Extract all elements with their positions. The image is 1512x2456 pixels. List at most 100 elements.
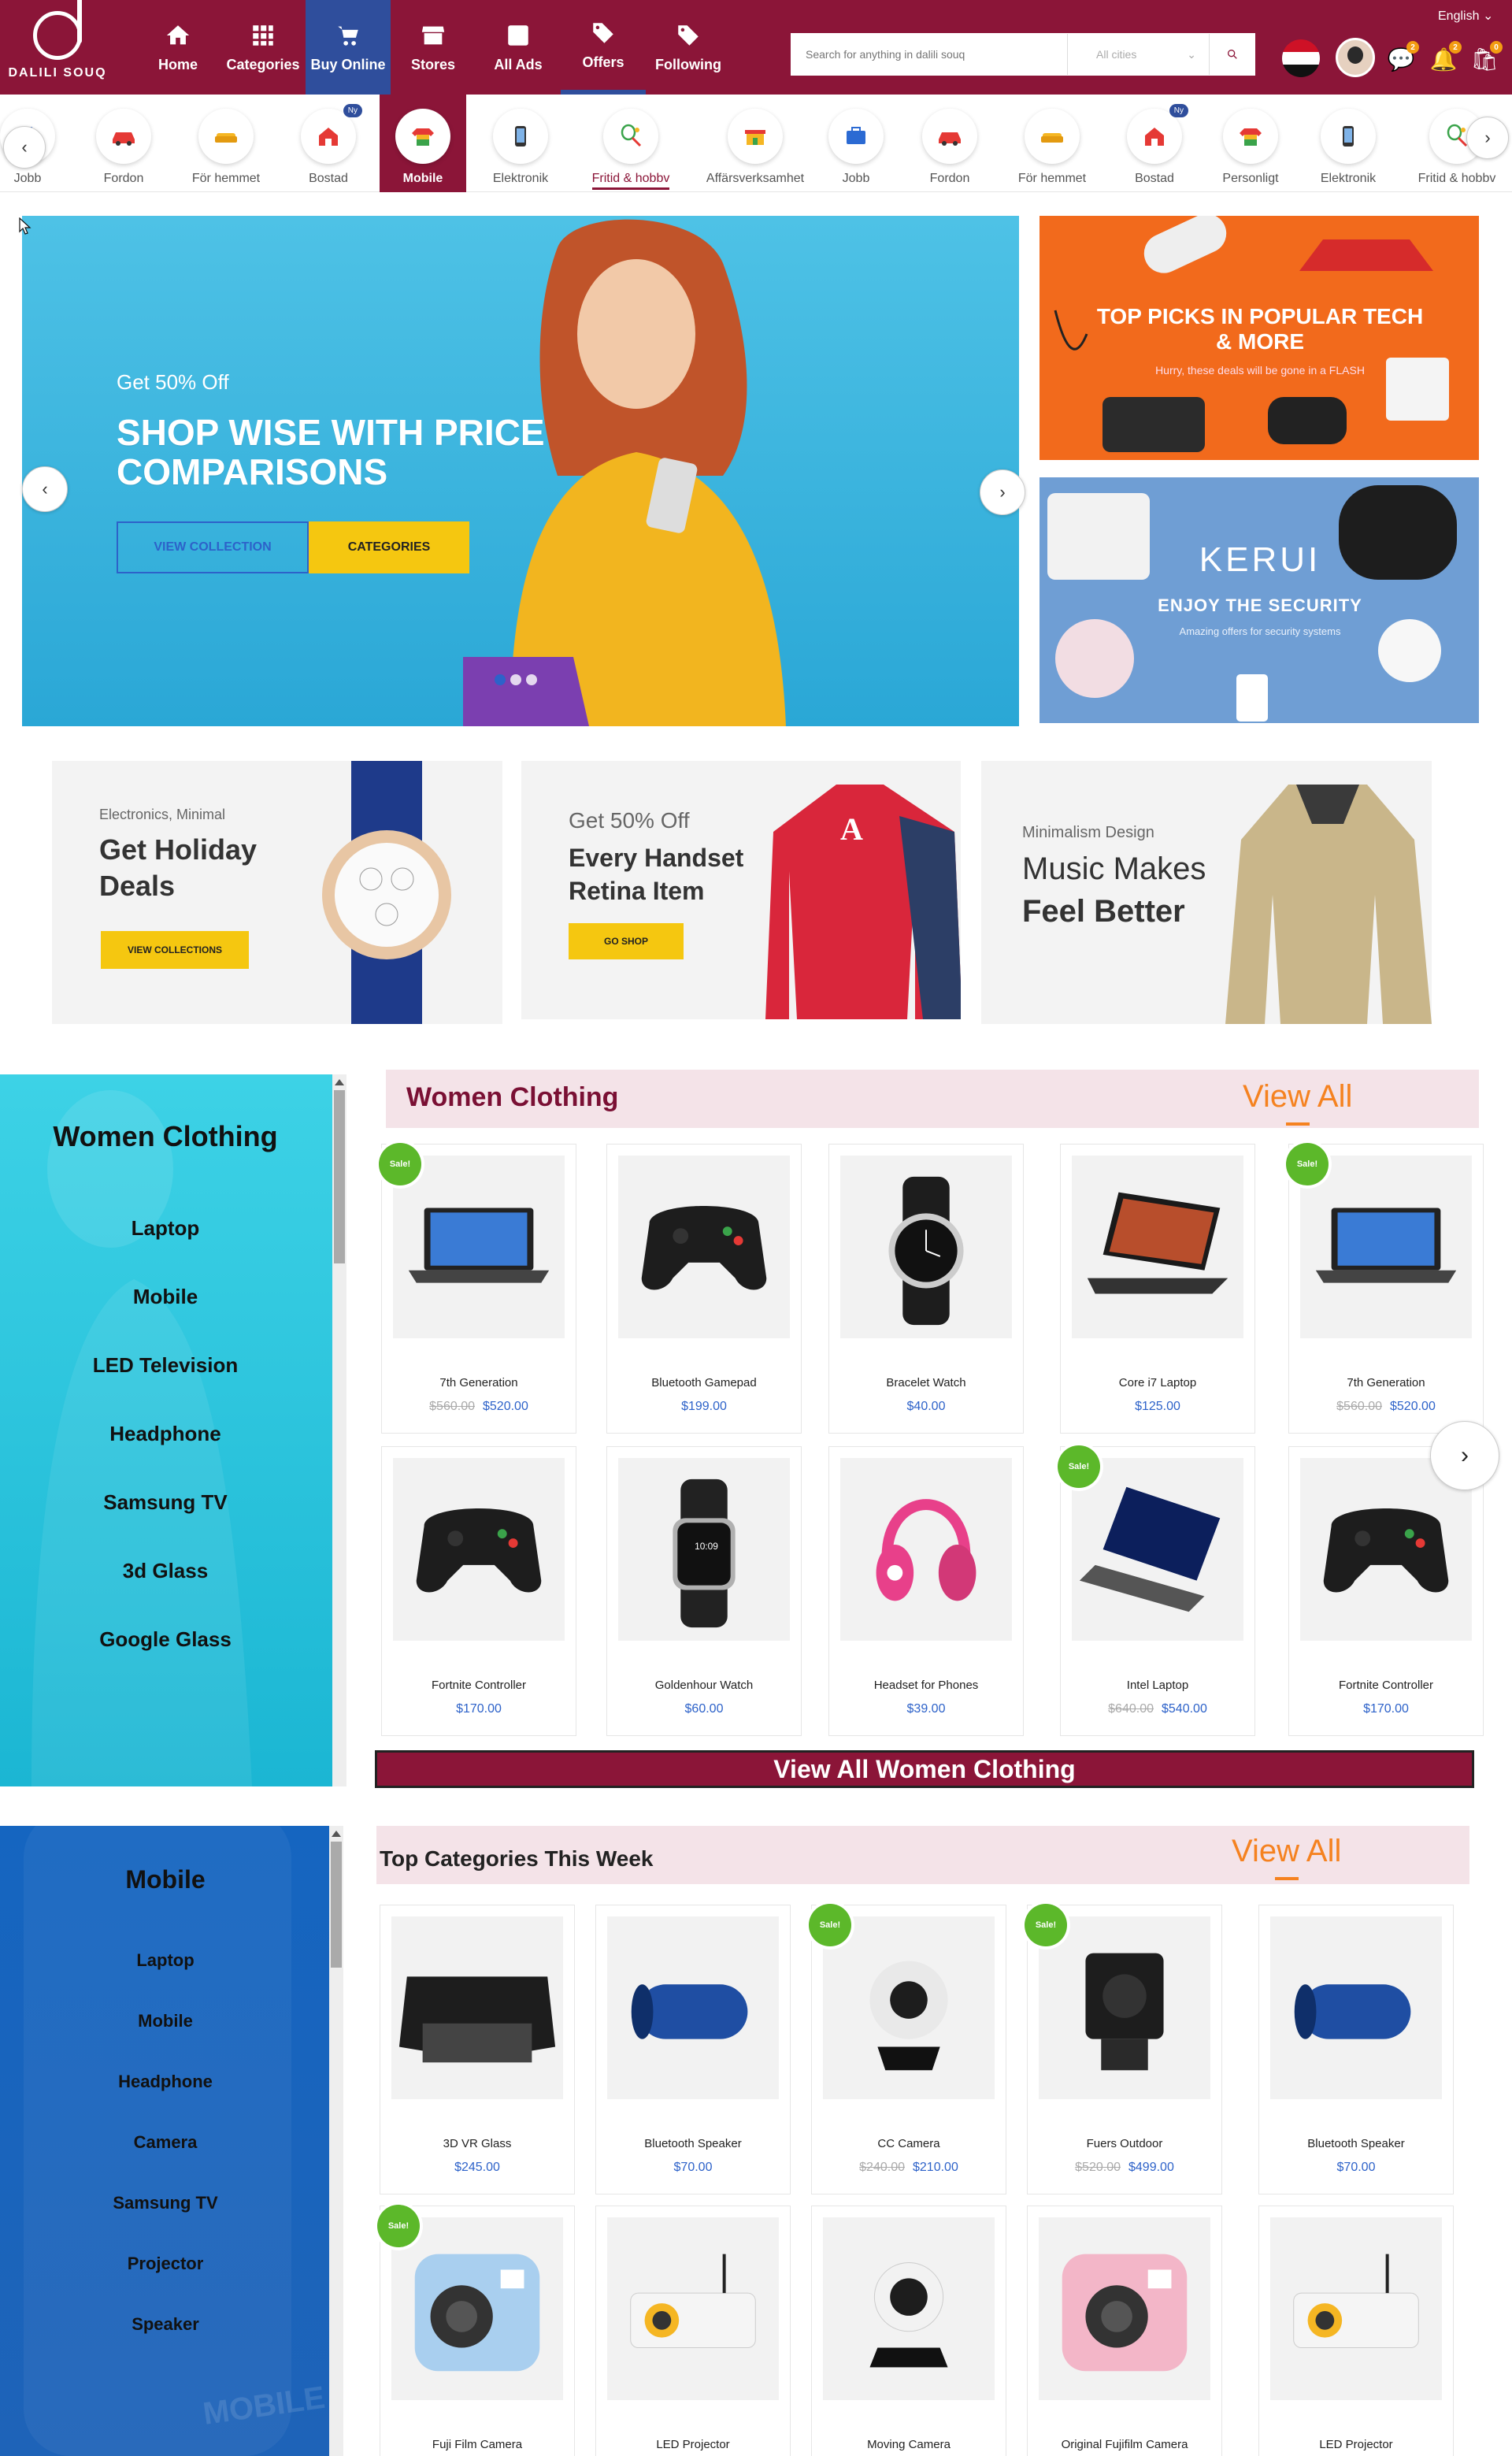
promo-music-makes[interactable]: Minimalism Design Music Makes Feel Bette…	[981, 761, 1432, 1024]
sidebar-link[interactable]: Laptop	[0, 1216, 331, 1241]
product-name[interactable]: Bluetooth Speaker	[596, 2137, 790, 2150]
scroll-thumb[interactable]	[334, 1090, 345, 1263]
product-name[interactable]: Original Fujifilm Camera	[1028, 2438, 1221, 2451]
category-item[interactable]: För hemmet	[175, 95, 277, 192]
product-card[interactable]: Core i7 Laptop $125.00	[1060, 1144, 1255, 1434]
product-image[interactable]	[391, 1916, 563, 2099]
product-image[interactable]	[1270, 1916, 1442, 2099]
category-item[interactable]: Jobb	[805, 95, 907, 192]
sidebar-link[interactable]: Mobile	[0, 2011, 331, 2031]
product-name[interactable]: Fuji Film Camera	[380, 2438, 574, 2451]
messages-icon[interactable]: 💬 2	[1386, 41, 1419, 74]
product-name[interactable]: CC Camera	[812, 2137, 1006, 2150]
product-card[interactable]: 10:09 Goldenhour Watch $60.00	[606, 1446, 802, 1736]
sidebar-link[interactable]: 3d Glass	[0, 1559, 331, 1583]
product-image[interactable]	[1270, 2217, 1442, 2400]
product-name[interactable]: 7th Generation	[1289, 1376, 1483, 1389]
product-name[interactable]: Fuers Outdoor	[1028, 2137, 1221, 2150]
product-image[interactable]	[607, 1916, 779, 2099]
category-item[interactable]: Elektronik	[1297, 95, 1399, 192]
top-categories-view-all-link[interactable]: View All	[1232, 1834, 1341, 1880]
view-collection-button[interactable]: VIEW COLLECTION	[117, 521, 309, 573]
product-image[interactable]	[823, 1916, 995, 2099]
product-card[interactable]: Intel Laptop $640.00 $540.00 Sale!	[1058, 1445, 1255, 1736]
product-name[interactable]: Fortnite Controller	[1289, 1679, 1483, 1692]
shopping-bag-icon[interactable]: 🛍 0	[1469, 41, 1503, 74]
sidebar-link[interactable]: LED Television	[0, 1353, 331, 1378]
product-image[interactable]	[1072, 1156, 1243, 1338]
product-card[interactable]: Bluetooth Speaker $70.00	[595, 1905, 791, 2194]
security-promo-banner[interactable]: KERUI ENJOY THE SECURITY Amazing offers …	[1040, 477, 1479, 723]
search-button[interactable]	[1209, 34, 1254, 75]
category-item[interactable]: Ny Bostad	[277, 95, 380, 192]
nav-categories[interactable]: Categories	[220, 0, 306, 95]
sidebar-link[interactable]: Laptop	[0, 1950, 331, 1971]
product-card[interactable]: 7th Generation $560.00 $520.00 Sale!	[379, 1143, 576, 1434]
product-name[interactable]: Headset for Phones	[829, 1679, 1023, 1692]
nav-following[interactable]: Following	[646, 0, 731, 95]
sidebar-link[interactable]: Samsung TV	[0, 2193, 331, 2213]
city-select[interactable]: All cities ⌄	[1067, 34, 1209, 75]
nav-offers[interactable]: Offers	[561, 0, 646, 95]
language-selector[interactable]: English ⌄	[1438, 8, 1493, 24]
slider-dot[interactable]	[510, 674, 521, 685]
product-image[interactable]	[1300, 1156, 1472, 1338]
sidebar-link[interactable]: Speaker	[0, 2314, 331, 2335]
sidebar-link[interactable]: Mobile	[0, 1285, 331, 1309]
promo-holiday-deals[interactable]: Electronics, Minimal Get Holiday Deals V…	[52, 761, 502, 1024]
category-item[interactable]: Affärsverksamhet	[704, 95, 806, 192]
sidebar-link[interactable]: Google Glass	[0, 1627, 331, 1652]
category-item[interactable]: Mobile	[380, 95, 466, 192]
product-name[interactable]: Goldenhour Watch	[607, 1679, 801, 1692]
hero-prev-button[interactable]: ‹	[22, 466, 68, 512]
site-logo[interactable]: DALILI SOUQ	[0, 0, 115, 95]
slider-dot-active[interactable]	[495, 674, 506, 685]
category-item[interactable]: Fritid & hobbv	[580, 95, 682, 192]
product-card[interactable]: LED Projector	[1258, 2206, 1454, 2456]
product-name[interactable]: Bluetooth Gamepad	[607, 1376, 801, 1389]
nav-home[interactable]: Home	[135, 0, 220, 95]
hero-next-button[interactable]: ›	[980, 469, 1025, 515]
sidebar-link[interactable]: Samsung TV	[0, 1490, 331, 1515]
product-image[interactable]	[823, 2217, 995, 2400]
category-item[interactable]: För hemmet	[1001, 95, 1103, 192]
category-item[interactable]: Personligt	[1199, 95, 1302, 192]
category-item[interactable]: Fordon	[899, 95, 1001, 192]
product-card[interactable]: Bracelet Watch $40.00	[828, 1144, 1024, 1434]
products-next-button[interactable]: ›	[1430, 1421, 1499, 1490]
product-card[interactable]: Headset for Phones $39.00	[828, 1446, 1024, 1736]
product-name[interactable]: Core i7 Laptop	[1061, 1376, 1254, 1389]
category-item[interactable]: Elektronik	[469, 95, 572, 192]
search-input[interactable]	[791, 34, 1067, 75]
view-all-women-clothing-button[interactable]: View All Women Clothing	[375, 1750, 1474, 1788]
product-card[interactable]: Fortnite Controller $170.00	[381, 1446, 576, 1736]
product-image[interactable]	[1300, 1458, 1472, 1641]
tech-promo-banner[interactable]: TOP PICKS IN POPULAR TECH & MORE Hurry, …	[1040, 216, 1479, 460]
product-card[interactable]: Fortnite Controller $170.00	[1288, 1446, 1484, 1736]
go-shop-button[interactable]: GO SHOP	[569, 923, 684, 959]
product-image[interactable]	[840, 1458, 1012, 1641]
nav-stores[interactable]: Stores	[391, 0, 476, 95]
product-image[interactable]	[393, 1458, 565, 1641]
product-name[interactable]: LED Projector	[596, 2438, 790, 2451]
product-card[interactable]: Moving Camera	[811, 2206, 1006, 2456]
promo-every-handset[interactable]: Get 50% Off Every Handset Retina Item GO…	[521, 761, 961, 1019]
product-image[interactable]	[1072, 1458, 1243, 1641]
category-item[interactable]: Fordon	[72, 95, 175, 192]
product-image[interactable]: 10:09	[618, 1458, 790, 1641]
sidebar-link[interactable]: Headphone	[0, 2072, 331, 2092]
nav-all-ads[interactable]: All Ads	[476, 0, 561, 95]
categories-button[interactable]: CATEGORIES	[309, 521, 469, 573]
sidebar-scrollbar[interactable]	[332, 1074, 346, 1786]
product-name[interactable]: LED Projector	[1259, 2438, 1453, 2451]
women-view-all-link[interactable]: View All	[1243, 1079, 1352, 1126]
notification-bell-icon[interactable]: 🔔 2	[1429, 41, 1462, 74]
product-card[interactable]: CC Camera $240.00 $210.00 Sale!	[809, 1904, 1006, 2194]
product-card[interactable]: Fuji Film Camera Sale!	[377, 2205, 575, 2456]
product-card[interactable]: 7th Generation $560.00 $520.00 Sale!	[1286, 1143, 1484, 1434]
product-card[interactable]: Original Fujifilm Camera	[1027, 2206, 1222, 2456]
product-name[interactable]: 7th Generation	[382, 1376, 576, 1389]
product-card[interactable]: LED Projector	[595, 2206, 791, 2456]
product-image[interactable]	[607, 2217, 779, 2400]
sidebar-link[interactable]: Headphone	[0, 1422, 331, 1446]
